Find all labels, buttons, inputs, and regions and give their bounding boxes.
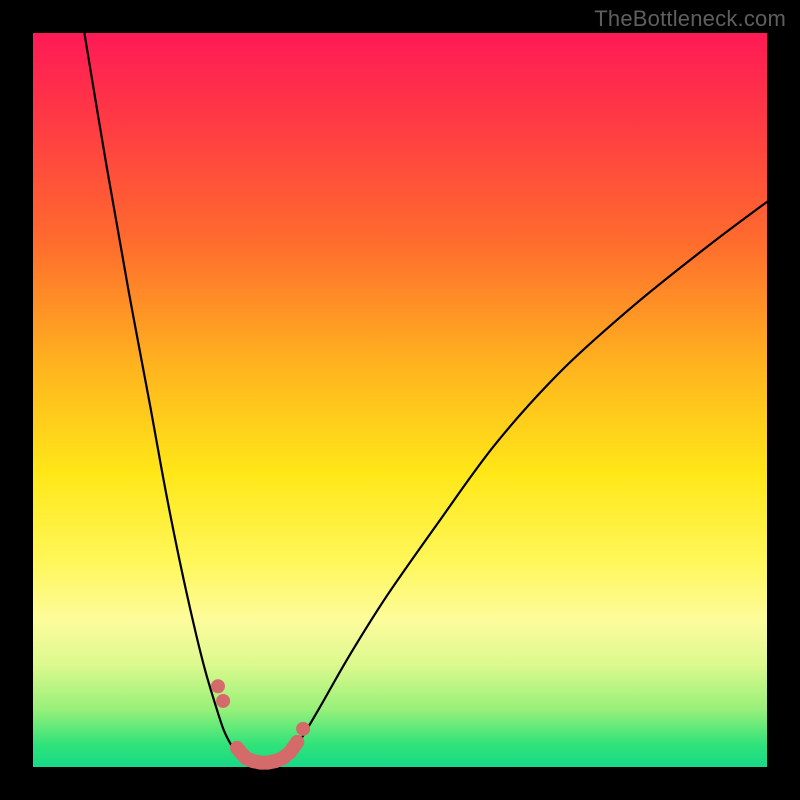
- curve-right-branch: [283, 202, 767, 764]
- curve-group: [84, 33, 767, 766]
- marker-point: [211, 679, 225, 693]
- chart-frame: TheBottleneck.com: [0, 0, 800, 800]
- marker-group: [211, 679, 310, 769]
- marker-point: [216, 694, 230, 708]
- marker-point: [296, 722, 310, 736]
- watermark-text: TheBottleneck.com: [594, 6, 786, 32]
- curve-left-branch: [84, 33, 245, 763]
- marker-point: [290, 735, 304, 749]
- chart-svg: [33, 33, 767, 767]
